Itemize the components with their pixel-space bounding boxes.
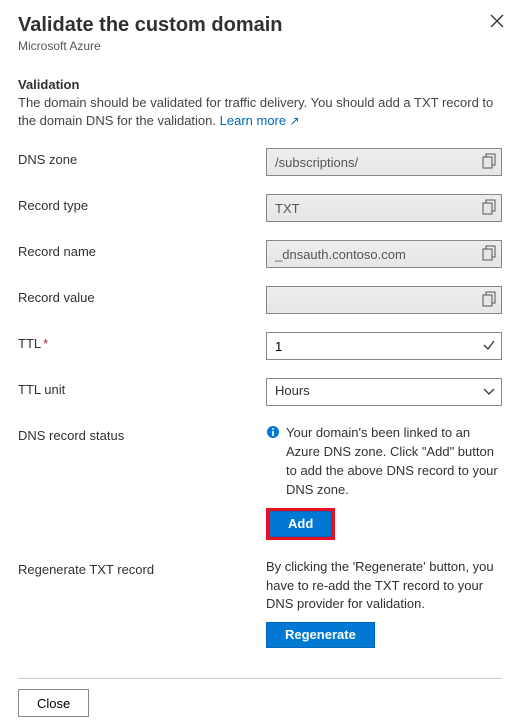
dns-zone-label: DNS zone [18, 148, 266, 176]
ttl-label: TTL* [18, 332, 266, 360]
record-value-label: Record value [18, 286, 266, 314]
ttl-unit-label: TTL unit [18, 378, 266, 406]
regenerate-button[interactable]: Regenerate [266, 622, 375, 648]
copy-icon[interactable] [482, 153, 496, 169]
dns-zone-field[interactable] [266, 148, 502, 176]
copy-icon[interactable] [482, 245, 496, 261]
panel-title: Validate the custom domain [18, 14, 502, 37]
external-link-icon: ↗ [286, 113, 299, 130]
record-type-field[interactable] [266, 194, 502, 222]
copy-icon[interactable] [482, 199, 496, 215]
add-button[interactable]: Add [269, 511, 332, 537]
validate-custom-domain-panel: Validate the custom domain Microsoft Azu… [0, 0, 520, 626]
section-heading: Validation [18, 77, 502, 92]
regenerate-text: By clicking the 'Regenerate' button, you… [266, 558, 502, 615]
add-button-highlight: Add [266, 508, 335, 540]
record-type-label: Record type [18, 194, 266, 222]
dns-record-status-label: DNS record status [18, 424, 266, 539]
required-indicator: * [43, 336, 48, 351]
regenerate-label: Regenerate TXT record [18, 558, 266, 649]
record-name-label: Record name [18, 240, 266, 268]
record-value-field[interactable] [266, 286, 502, 314]
ttl-input[interactable] [266, 332, 502, 360]
record-name-field[interactable] [266, 240, 502, 268]
close-icon[interactable] [490, 14, 504, 28]
dns-record-status-text: Your domain's been linked to an Azure DN… [286, 424, 502, 499]
ttl-unit-select[interactable]: Hours [266, 378, 502, 406]
panel-subtitle: Microsoft Azure [18, 39, 502, 53]
section-description: The domain should be validated for traff… [18, 94, 502, 130]
close-button[interactable]: Close [18, 689, 89, 717]
copy-icon[interactable] [482, 291, 496, 307]
learn-more-link[interactable]: Learn more ↗ [220, 113, 300, 128]
info-icon [266, 425, 280, 499]
